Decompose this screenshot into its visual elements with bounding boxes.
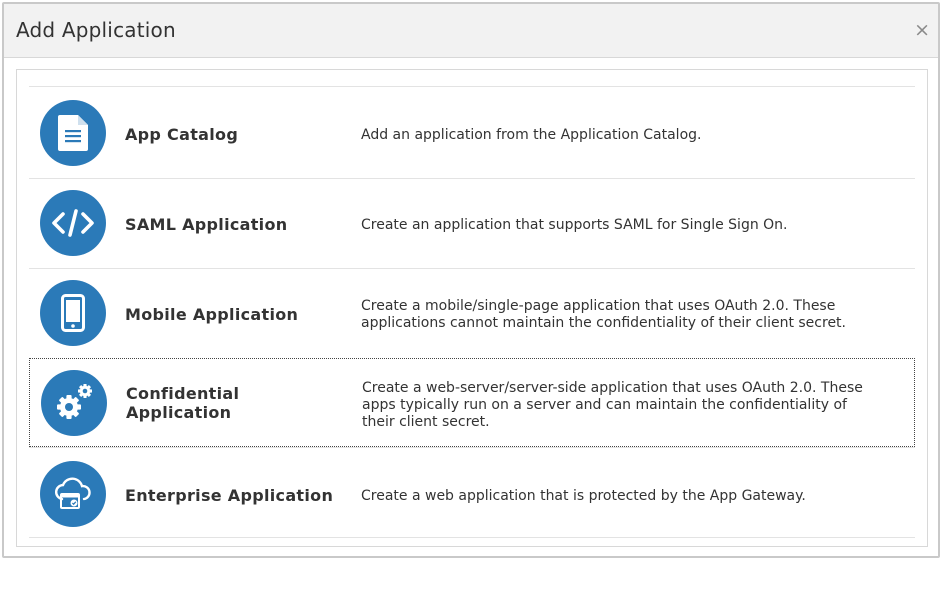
option-title: App Catalog	[125, 125, 239, 144]
option-mobile-application[interactable]: Mobile Application Create a mobile/singl…	[29, 268, 915, 358]
option-title: Confidential Application	[126, 384, 240, 422]
option-description: Create a web-server/server-side applicat…	[362, 380, 863, 430]
application-type-list: App Catalog Add an application from the …	[16, 69, 928, 547]
option-description: Add an application from the Application …	[361, 127, 702, 143]
close-button[interactable]: ×	[914, 21, 930, 40]
gears-icon	[41, 370, 107, 436]
option-app-catalog[interactable]: App Catalog Add an application from the …	[29, 86, 915, 178]
mobile-icon	[40, 280, 106, 346]
document-icon	[40, 100, 106, 166]
option-title: Mobile Application	[125, 305, 299, 324]
option-description: Create a web application that is protect…	[361, 488, 806, 504]
add-application-dialog: Add Application × App Catalog Add an app…	[2, 2, 940, 558]
option-description: Create an application that supports SAML…	[361, 217, 788, 233]
option-confidential-application[interactable]: Confidential Application Create a web-se…	[29, 358, 915, 447]
dialog-header: Add Application ×	[4, 4, 938, 58]
option-description: Create a mobile/single-page application …	[361, 298, 846, 331]
option-title: Enterprise Application	[125, 486, 334, 505]
dialog-title: Add Application	[16, 18, 176, 42]
cloud-app-icon	[40, 461, 106, 527]
option-title: SAML Application	[125, 215, 288, 234]
option-saml-application[interactable]: SAML Application Create an application t…	[29, 178, 915, 268]
code-icon	[40, 190, 106, 256]
option-enterprise-application[interactable]: Enterprise Application Create a web appl…	[29, 447, 915, 538]
